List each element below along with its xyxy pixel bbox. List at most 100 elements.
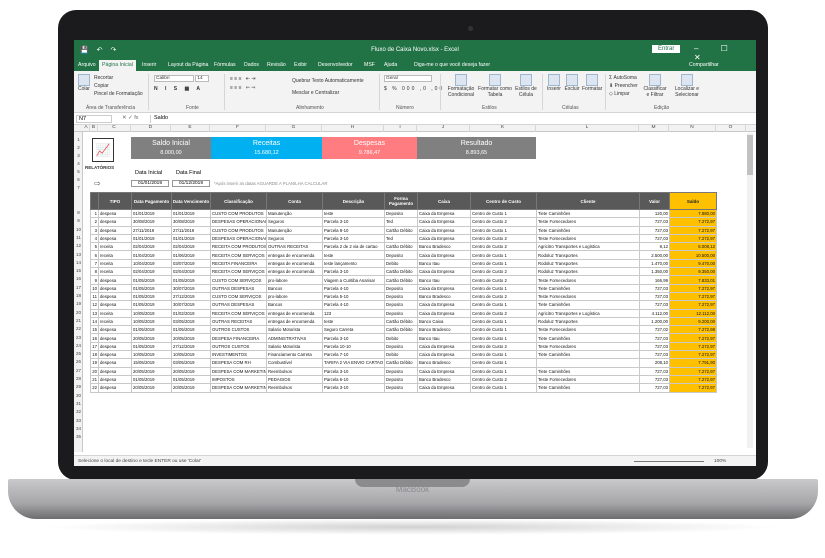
table-cell[interactable]: Salario Motorista xyxy=(266,325,323,335)
table-cell[interactable]: Caixa da Empresa xyxy=(417,341,471,352)
table-cell[interactable] xyxy=(536,358,640,368)
row-number[interactable]: 6 xyxy=(74,177,83,182)
row-number[interactable]: 27 xyxy=(74,368,83,373)
table-cell[interactable]: despesa xyxy=(98,325,132,335)
table-cell[interactable]: Caixa da Empresa xyxy=(417,208,471,219)
table-cell[interactable]: Debito xyxy=(384,350,418,360)
table-cell[interactable]: 01/01/2019 xyxy=(131,233,172,244)
table-cell[interactable]: despesa xyxy=(98,341,132,352)
cut-button[interactable]: Recortar xyxy=(94,74,143,82)
column-header-7[interactable]: Forma Pagamento xyxy=(384,192,418,210)
row-number[interactable]: 31 xyxy=(74,401,83,406)
table-cell[interactable]: receita xyxy=(98,308,132,318)
table-cell[interactable]: 1.200,00 xyxy=(639,316,670,327)
row-number[interactable]: 3 xyxy=(74,153,83,158)
table-cell[interactable]: Teste Fornecedores xyxy=(536,325,640,335)
table-cell[interactable]: Centro de Custo 2 xyxy=(470,374,537,385)
table-cell[interactable]: Centro de Custo 2 xyxy=(470,233,537,244)
table-cell[interactable]: Caixa da Empresa xyxy=(417,233,471,244)
table-cell[interactable]: Agricitro Transportes e Logística xyxy=(536,308,640,318)
table-cell[interactable]: Parcela 10-10 xyxy=(322,341,385,352)
table-cell[interactable]: Centro de Custo 1 xyxy=(470,350,537,360)
table-cell[interactable]: despesa xyxy=(98,208,132,219)
table-cell[interactable]: 01/06/2019 xyxy=(171,250,211,260)
table-cell[interactable]: 7.272,97 xyxy=(669,283,717,293)
row-number[interactable]: 8 xyxy=(74,210,83,215)
table-cell[interactable]: 727,03 xyxy=(639,341,670,352)
table-cell[interactable]: 1.470,00 xyxy=(639,258,670,269)
table-cell[interactable]: 120,00 xyxy=(639,208,670,219)
table-cell[interactable]: 7.833,01 xyxy=(669,275,717,285)
table-cell[interactable]: 7.272,97 xyxy=(669,217,717,227)
sort-filter-button[interactable]: Classificar e Filtrar xyxy=(642,74,668,98)
column-header-4[interactable]: Classificação xyxy=(210,192,267,210)
table-cell[interactable]: 30/08/2019 xyxy=(131,217,172,227)
table-cell[interactable]: despesa xyxy=(98,233,132,244)
table-cell[interactable]: 4.112,00 xyxy=(639,308,670,318)
table-cell[interactable]: INVESTIMENTOS xyxy=(210,350,267,360)
table-cell[interactable]: CUSTO COM SERVIÇOS xyxy=(210,291,267,302)
table-cell[interactable]: OUTROS CUSTOS xyxy=(210,341,267,352)
table-cell[interactable]: 20/05/2019 xyxy=(171,366,211,376)
table-cell[interactable]: Centro de Custo 2 xyxy=(470,217,537,227)
format-cells-button[interactable]: Formatar xyxy=(582,74,602,92)
table-cell[interactable]: PEDAGIOS xyxy=(266,374,323,385)
table-cell[interactable]: 727,03 xyxy=(639,291,670,302)
table-cell[interactable]: Tiete Caminhões xyxy=(536,300,640,310)
table-cell[interactable]: Caixa da Empresa xyxy=(417,366,471,376)
table-cell[interactable]: entregas de encomenda xyxy=(266,308,323,318)
table-cell[interactable]: 10/04/2019 xyxy=(131,258,172,269)
table-cell[interactable]: 5 xyxy=(90,242,99,252)
table-cell[interactable]: Deposito xyxy=(384,250,418,260)
tab-exibir[interactable]: Exibir xyxy=(294,62,307,68)
table-cell[interactable]: 10.500,00 xyxy=(669,250,717,260)
table-row[interactable]: 2 despesa 30/08/2019 30/08/2019 DESPESAS OPE… xyxy=(90,217,717,227)
table-cell[interactable]: Deposito xyxy=(384,283,418,293)
table-cell[interactable]: Banco Itau xyxy=(417,333,471,343)
tab-msf[interactable]: MSF xyxy=(364,62,375,68)
table-cell[interactable]: 03/05/2019 xyxy=(171,316,211,327)
table-cell[interactable]: 166,99 xyxy=(639,275,670,285)
table-cell[interactable]: Reembolsos xyxy=(266,366,323,376)
table-cell[interactable]: 11 xyxy=(90,291,99,302)
table-cell[interactable]: 20/05/2019 xyxy=(131,333,172,343)
table-cell[interactable]: Caixa da Empresa xyxy=(417,217,471,227)
table-cell[interactable]: Centro de Custo 1 xyxy=(470,250,537,260)
row-number[interactable]: 18 xyxy=(74,293,83,298)
row-number[interactable]: 1 xyxy=(74,137,83,142)
data-final-input[interactable]: 01/12/2019 xyxy=(172,180,210,187)
sign-in-button[interactable]: Entrar xyxy=(652,45,681,53)
table-cell[interactable]: 10/05/2019 xyxy=(131,308,172,318)
table-cell[interactable]: Bancos xyxy=(266,283,323,293)
table-cell[interactable]: 01/02/2019 xyxy=(171,308,211,318)
table-cell[interactable]: Parcela 3-10 xyxy=(322,366,385,376)
table-cell[interactable]: OUTROS CUSTOS xyxy=(210,325,267,335)
table-row[interactable]: 15 despesa 01/05/2019 01/05/2019 OUTROS CUST… xyxy=(90,325,717,335)
table-cell[interactable]: 1.350,00 xyxy=(639,267,670,277)
table-cell[interactable]: 12.112,00 xyxy=(669,308,717,318)
table-cell[interactable]: Parcela 3-10 xyxy=(322,333,385,343)
row-number[interactable]: 19 xyxy=(74,301,83,306)
table-cell[interactable]: DESPESA COM RH xyxy=(210,358,267,368)
table-cell[interactable]: Centro de Custo 1 xyxy=(470,258,537,269)
table-cell[interactable]: 02/04/2019 xyxy=(171,242,211,252)
table-cell[interactable]: Centro de Custo 1 xyxy=(470,366,537,376)
row-number[interactable]: 24 xyxy=(74,343,83,348)
table-cell[interactable]: Tiete Caminhões xyxy=(536,366,640,376)
table-cell[interactable]: 12 xyxy=(90,300,99,310)
table-cell[interactable]: 727,03 xyxy=(639,283,670,293)
table-cell[interactable]: teste xyxy=(322,208,385,219)
table-row[interactable]: 3 despesa 27/11/2019 27/11/2019 CUSTO COM PR… xyxy=(90,225,717,235)
table-cell[interactable]: pro-labore xyxy=(266,291,323,302)
table-cell[interactable]: 20 xyxy=(90,366,99,376)
table-cell[interactable]: Caixa da Empresa xyxy=(417,300,471,310)
table-cell[interactable]: Deposito xyxy=(384,208,418,219)
row-number[interactable]: 10 xyxy=(74,227,83,232)
table-cell[interactable]: despesa xyxy=(98,374,132,385)
table-cell[interactable]: 8 xyxy=(90,267,99,277)
column-header-9[interactable]: Centro de Custo xyxy=(470,192,537,210)
table-cell[interactable]: Reembolsos xyxy=(266,383,323,393)
table-row[interactable]: 19 despesa 15/05/2019 03/05/2019 DESPESA COM… xyxy=(90,358,717,368)
table-cell[interactable]: 20/05/2019 xyxy=(131,366,172,376)
tab-formulas[interactable]: Fórmulas xyxy=(214,62,236,68)
